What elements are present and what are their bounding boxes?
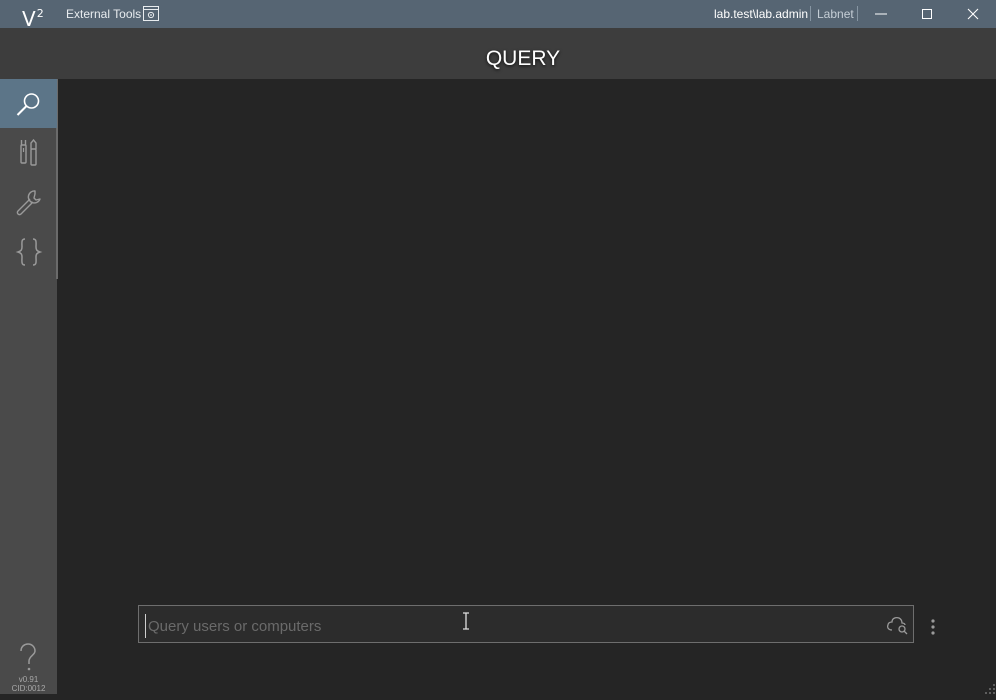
query-input[interactable]: [145, 614, 870, 638]
title-bar: V2 External Tools lab.test\lab.admin Lab…: [0, 0, 996, 31]
wrench-icon: [16, 190, 41, 216]
sidebar-item-scripts[interactable]: [0, 226, 57, 275]
sidebar-item-query[interactable]: [0, 79, 57, 128]
minimize-button[interactable]: [858, 0, 904, 28]
more-vertical-icon: [931, 619, 935, 635]
version-info: v0.91 CID:0012: [0, 675, 57, 693]
help-button[interactable]: [17, 643, 39, 678]
separator: [810, 6, 811, 21]
user-label: lab.test\lab.admin: [714, 7, 809, 21]
cid-label: CID:0012: [11, 684, 46, 693]
cloud-search-button[interactable]: [885, 615, 909, 640]
braces-icon: [15, 238, 43, 266]
sidebar-item-settings[interactable]: [0, 177, 57, 226]
sidebar-item-tools[interactable]: [0, 128, 57, 177]
text-cursor-icon: [461, 612, 471, 635]
domain-label: Labnet: [817, 7, 854, 21]
query-box: [138, 605, 914, 643]
tools-icon: [20, 139, 37, 166]
question-mark-icon: [20, 643, 36, 671]
app-logo: V2: [22, 7, 44, 31]
close-button[interactable]: [950, 0, 996, 28]
cloud-search-icon: [886, 616, 908, 635]
more-options-button[interactable]: [926, 617, 940, 637]
resize-grip-icon[interactable]: [984, 682, 996, 700]
search-icon: [16, 93, 40, 116]
external-tools-label[interactable]: External Tools: [66, 7, 141, 21]
maximize-button[interactable]: [904, 0, 950, 28]
external-tools-icon[interactable]: [143, 6, 159, 26]
page-title: QUERY: [485, 47, 561, 70]
version-label: v0.91: [18, 675, 39, 684]
